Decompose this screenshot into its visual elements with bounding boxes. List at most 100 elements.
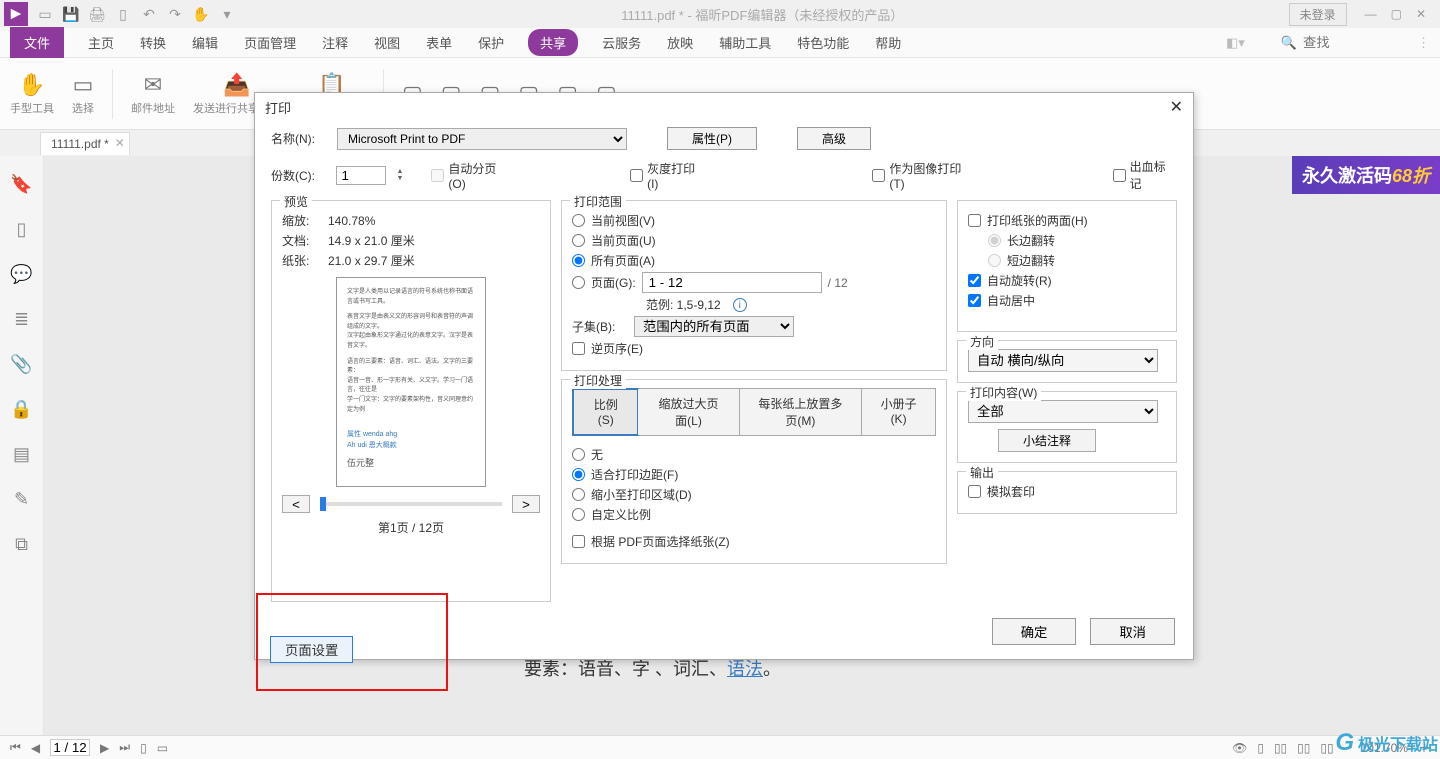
cancel-button[interactable]: 取消 bbox=[1090, 618, 1175, 645]
print-icon[interactable]: 🖨 bbox=[88, 6, 106, 23]
minimize-icon[interactable]: — bbox=[1365, 7, 1377, 21]
close-icon[interactable]: ✕ bbox=[1416, 7, 1426, 21]
advanced-button[interactable]: 高级 bbox=[797, 127, 871, 150]
menu-file[interactable]: 文件 bbox=[10, 27, 64, 58]
menu-special[interactable]: 特色功能 bbox=[795, 29, 851, 56]
menu-edit[interactable]: 编辑 bbox=[190, 29, 220, 56]
radio-shrink-area[interactable] bbox=[572, 488, 585, 501]
preview-slider[interactable] bbox=[320, 502, 502, 506]
radio-short-edge[interactable] bbox=[988, 254, 1001, 267]
copies-down-icon[interactable]: ▼ bbox=[396, 175, 403, 182]
layout-b-icon[interactable]: ▯▯ bbox=[1274, 741, 1287, 755]
attachments-icon[interactable]: 📎 bbox=[10, 354, 32, 375]
radio-current-view[interactable] bbox=[572, 214, 585, 227]
ribbon-options-icon[interactable]: ◧▾ bbox=[1226, 35, 1245, 51]
menu-view[interactable]: 视图 bbox=[372, 29, 402, 56]
view-eye-icon[interactable]: 👁 bbox=[1232, 741, 1247, 755]
radio-custom-scale[interactable] bbox=[572, 508, 585, 521]
next-page-icon[interactable]: ▶ bbox=[100, 741, 109, 755]
copies-input[interactable] bbox=[336, 166, 386, 185]
radio-none[interactable] bbox=[572, 448, 585, 461]
seg-shrink[interactable]: 缩放过大页面(L) bbox=[638, 389, 739, 435]
page-icon[interactable]: ▯ bbox=[114, 6, 132, 23]
radio-all-pages[interactable] bbox=[572, 254, 585, 267]
login-button[interactable]: 未登录 bbox=[1289, 3, 1347, 26]
ok-button[interactable]: 确定 bbox=[992, 618, 1077, 645]
maximize-icon[interactable]: ▢ bbox=[1391, 7, 1402, 21]
menu-aux[interactable]: 辅助工具 bbox=[717, 29, 773, 56]
layout-c-icon[interactable]: ▯▯ bbox=[1297, 741, 1310, 755]
menu-cloud[interactable]: 云服务 bbox=[600, 29, 643, 56]
comments-icon[interactable]: 💬 bbox=[10, 264, 32, 285]
promo-banner[interactable]: 永久激活码68折 bbox=[1292, 156, 1440, 194]
signature-icon[interactable]: ✎ bbox=[14, 489, 29, 510]
prev-page-icon[interactable]: ◀ bbox=[31, 741, 40, 755]
properties-button[interactable]: 属性(P) bbox=[667, 127, 757, 150]
seg-booklet[interactable]: 小册子(K) bbox=[862, 389, 935, 435]
radio-current-page[interactable] bbox=[572, 234, 585, 247]
copies-up-icon[interactable]: ▲ bbox=[396, 168, 403, 175]
by-pdf-page-checkbox[interactable] bbox=[572, 535, 585, 548]
content-select[interactable]: 全部 bbox=[968, 400, 1158, 423]
simulate-overprint-checkbox[interactable] bbox=[968, 485, 981, 498]
reading-mode2-icon[interactable]: ▭ bbox=[157, 741, 168, 755]
both-sides-checkbox[interactable] bbox=[968, 214, 981, 227]
menu-form[interactable]: 表单 bbox=[424, 29, 454, 56]
more-icon[interactable]: ▾ bbox=[218, 6, 236, 23]
menu-more-icon[interactable]: ⋮ bbox=[1417, 35, 1430, 51]
open-icon[interactable]: ▭ bbox=[36, 6, 54, 23]
layout-a-icon[interactable]: ▯ bbox=[1257, 741, 1264, 755]
document-tab[interactable]: 11111.pdf * ✕ bbox=[40, 132, 130, 155]
undo-icon[interactable]: ↶ bbox=[140, 6, 158, 23]
forms-icon[interactable]: ▤ bbox=[13, 444, 30, 465]
menu-convert[interactable]: 转换 bbox=[138, 29, 168, 56]
menu-home[interactable]: 主页 bbox=[86, 29, 116, 56]
ribbon-mail[interactable]: ✉邮件地址 bbox=[131, 72, 175, 116]
page-setup-button[interactable]: 页面设置 bbox=[270, 636, 353, 663]
as-image-checkbox[interactable]: 作为图像打印(T) bbox=[872, 160, 975, 191]
preview-prev-button[interactable]: < bbox=[282, 495, 310, 513]
pages-panel-icon[interactable]: ▯ bbox=[17, 219, 27, 240]
menu-pages[interactable]: 页面管理 bbox=[242, 29, 298, 56]
collate-checkbox[interactable]: 自动分页(O) bbox=[431, 160, 513, 191]
first-page-icon[interactable]: ⏮ bbox=[10, 740, 21, 755]
ribbon-select[interactable]: ▭选择 bbox=[72, 72, 94, 116]
preview-next-button[interactable]: > bbox=[512, 495, 540, 513]
reading-mode-icon[interactable]: ▯ bbox=[140, 741, 147, 755]
orientation-select[interactable]: 自动 横向/纵向 bbox=[968, 349, 1158, 372]
search-input[interactable] bbox=[1303, 35, 1403, 50]
last-page-icon[interactable]: ⏭ bbox=[119, 740, 130, 755]
clipboard-icon[interactable]: ⧉ bbox=[15, 534, 28, 555]
hand-icon[interactable]: ✋ bbox=[192, 6, 210, 23]
summary-comments-button[interactable]: 小结注释 bbox=[998, 429, 1096, 452]
menu-protect[interactable]: 保护 bbox=[476, 29, 506, 56]
security-icon[interactable]: 🔒 bbox=[10, 399, 32, 420]
dialog-close-icon[interactable]: ✕ bbox=[1170, 97, 1183, 117]
menu-slideshow[interactable]: 放映 bbox=[665, 29, 695, 56]
autorotate-checkbox[interactable] bbox=[968, 274, 981, 287]
radio-fit-margin[interactable] bbox=[572, 468, 585, 481]
info-icon[interactable]: i bbox=[733, 298, 747, 312]
tab-close-icon[interactable]: ✕ bbox=[115, 136, 125, 150]
menu-annotate[interactable]: 注释 bbox=[320, 29, 350, 56]
ribbon-hand[interactable]: ✋手型工具 bbox=[10, 72, 54, 116]
printer-name-select[interactable]: Microsoft Print to PDF bbox=[337, 128, 627, 150]
radio-pages[interactable] bbox=[572, 276, 585, 289]
page-link[interactable]: 语法 bbox=[727, 659, 763, 679]
save-icon[interactable]: 💾 bbox=[62, 6, 80, 23]
page-number-input[interactable] bbox=[50, 739, 90, 756]
subset-select[interactable]: 范围内的所有页面 bbox=[634, 316, 794, 337]
search-icon[interactable]: 🔍 bbox=[1281, 35, 1297, 51]
bookmark-icon[interactable]: 🔖 bbox=[10, 174, 32, 195]
bleed-checkbox[interactable]: 出血标记 bbox=[1113, 158, 1177, 192]
menu-help[interactable]: 帮助 bbox=[873, 29, 903, 56]
grayscale-checkbox[interactable]: 灰度打印(I) bbox=[630, 160, 706, 191]
seg-scale[interactable]: 比例(S) bbox=[573, 389, 638, 435]
layout-d-icon[interactable]: ▯▯ bbox=[1320, 741, 1333, 755]
redo-icon[interactable]: ↷ bbox=[166, 6, 184, 23]
menu-share[interactable]: 共享 bbox=[528, 29, 578, 56]
radio-long-edge[interactable] bbox=[988, 234, 1001, 247]
autocenter-checkbox[interactable] bbox=[968, 294, 981, 307]
layers-icon[interactable]: ≣ bbox=[14, 309, 29, 330]
seg-multi[interactable]: 每张纸上放置多页(M) bbox=[740, 389, 863, 435]
